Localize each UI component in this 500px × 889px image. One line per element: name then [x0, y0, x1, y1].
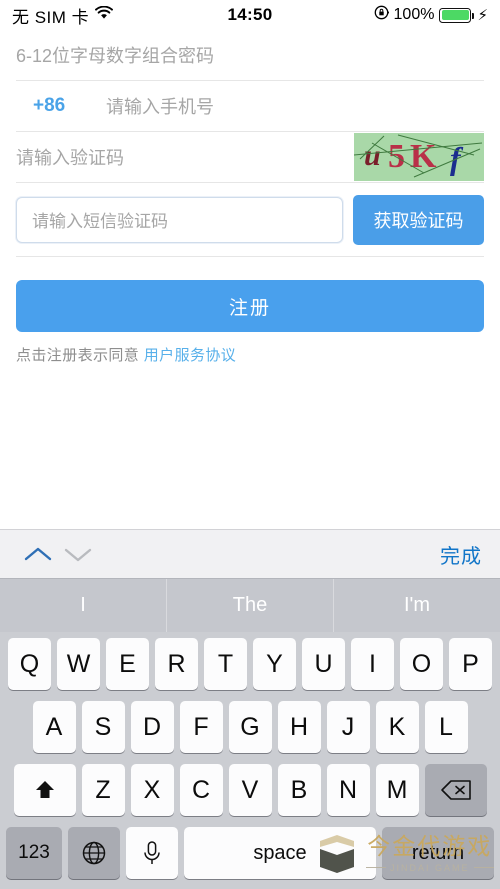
password-placeholder: 6-12位字母数字组合密码 [16, 46, 215, 66]
key-t[interactable]: T [204, 638, 247, 690]
key-i[interactable]: I [351, 638, 394, 690]
carrier-label: 无 SIM 卡 [12, 7, 90, 27]
key-k[interactable]: K [375, 701, 419, 753]
status-bar: 无 SIM 卡 14:50 100% ⚡ [0, 0, 500, 30]
microphone-icon [144, 841, 160, 864]
key-g[interactable]: G [228, 701, 272, 753]
backspace-key[interactable] [424, 764, 487, 816]
app-screen: 无 SIM 卡 14:50 100% ⚡ 6-12位字母数字组合密码 +86 请… [0, 0, 500, 889]
key-r[interactable]: R [155, 638, 198, 690]
key-o[interactable]: O [400, 638, 443, 690]
chevron-up-icon[interactable] [18, 534, 58, 574]
key-e[interactable]: E [106, 638, 149, 690]
prediction-item-2[interactable]: The [166, 579, 333, 632]
keyboard-accessory-bar: 完成 [0, 529, 500, 578]
key-m[interactable]: M [375, 764, 419, 816]
key-z[interactable]: Z [81, 764, 125, 816]
phone-placeholder: 请输入手机号 [106, 97, 214, 117]
agreement-text: 点击注册表示同意 用户服务协议 [16, 344, 484, 365]
key-x[interactable]: X [130, 764, 174, 816]
key-b[interactable]: B [277, 764, 321, 816]
keyboard-row-2: A S D F G H J K L [3, 701, 497, 753]
key-n[interactable]: N [326, 764, 370, 816]
captcha-image[interactable]: u 5 K f [354, 133, 484, 181]
key-c[interactable]: C [179, 764, 223, 816]
battery-icon [439, 7, 475, 23]
key-y[interactable]: Y [253, 638, 296, 690]
register-button[interactable]: 注册 [16, 280, 484, 332]
numbers-key[interactable]: 123 [6, 827, 62, 879]
svg-text:5: 5 [388, 138, 405, 175]
key-j[interactable]: J [326, 701, 370, 753]
key-v[interactable]: V [228, 764, 272, 816]
country-code-label[interactable]: +86 [16, 95, 82, 117]
password-field-row[interactable]: 6-12位字母数字组合密码 [16, 30, 484, 81]
key-f[interactable]: F [179, 701, 223, 753]
captcha-field-row[interactable]: 请输入验证码 u 5 K f [16, 132, 484, 183]
battery-percent-label: 100% [393, 6, 435, 23]
keyboard-done-button[interactable]: 完成 [440, 540, 482, 569]
microphone-key[interactable] [126, 827, 178, 879]
wifi-icon [95, 5, 114, 25]
sms-placeholder: 请输入短信验证码 [32, 212, 168, 231]
key-h[interactable]: H [277, 701, 321, 753]
key-l[interactable]: L [424, 701, 468, 753]
shift-key[interactable] [13, 764, 76, 816]
keyboard-row-3: Z X C V B N M [3, 764, 497, 816]
charging-bolt-icon: ⚡ [477, 7, 488, 24]
software-keyboard: 完成 I The I'm Q W E R T Y U I O P A S D F… [0, 529, 500, 889]
prediction-bar: I The I'm [0, 578, 500, 632]
status-bar-right: 100% ⚡ [374, 5, 488, 25]
get-code-button[interactable]: 获取验证码 [353, 194, 484, 245]
rotation-lock-icon [374, 5, 389, 25]
key-a[interactable]: A [32, 701, 76, 753]
sms-code-row: 请输入短信验证码 获取验证码 [16, 183, 484, 257]
backspace-icon [440, 780, 471, 800]
globe-key[interactable] [68, 827, 120, 879]
key-q[interactable]: Q [8, 638, 51, 690]
key-d[interactable]: D [130, 701, 174, 753]
status-bar-left: 无 SIM 卡 [12, 3, 114, 28]
sms-code-input[interactable]: 请输入短信验证码 [16, 196, 343, 243]
key-s[interactable]: S [81, 701, 125, 753]
key-p[interactable]: P [449, 638, 492, 690]
prediction-item-3[interactable]: I'm [333, 579, 500, 632]
key-w[interactable]: W [57, 638, 100, 690]
registration-form: 6-12位字母数字组合密码 +86 请输入手机号 请输入验证码 u 5 K f [0, 30, 500, 365]
keyboard-keys: Q W E R T Y U I O P A S D F G H J K L Z … [0, 632, 500, 889]
keyboard-row-1: Q W E R T Y U I O P [3, 638, 497, 690]
return-key[interactable]: return [382, 827, 494, 879]
user-agreement-link[interactable]: 用户服务协议 [144, 347, 236, 364]
phone-field-row[interactable]: +86 请输入手机号 [16, 81, 484, 132]
svg-text:u: u [364, 139, 381, 172]
agreement-prefix: 点击注册表示同意 [16, 347, 144, 364]
globe-icon [82, 841, 106, 865]
prediction-item-1[interactable]: I [0, 579, 166, 632]
chevron-down-icon [58, 534, 98, 574]
shift-arrow-icon [35, 781, 54, 798]
keyboard-row-4: 123 space return [3, 827, 497, 879]
space-key[interactable]: space [184, 827, 376, 879]
captcha-placeholder: 请输入验证码 [16, 148, 124, 168]
key-u[interactable]: U [302, 638, 345, 690]
